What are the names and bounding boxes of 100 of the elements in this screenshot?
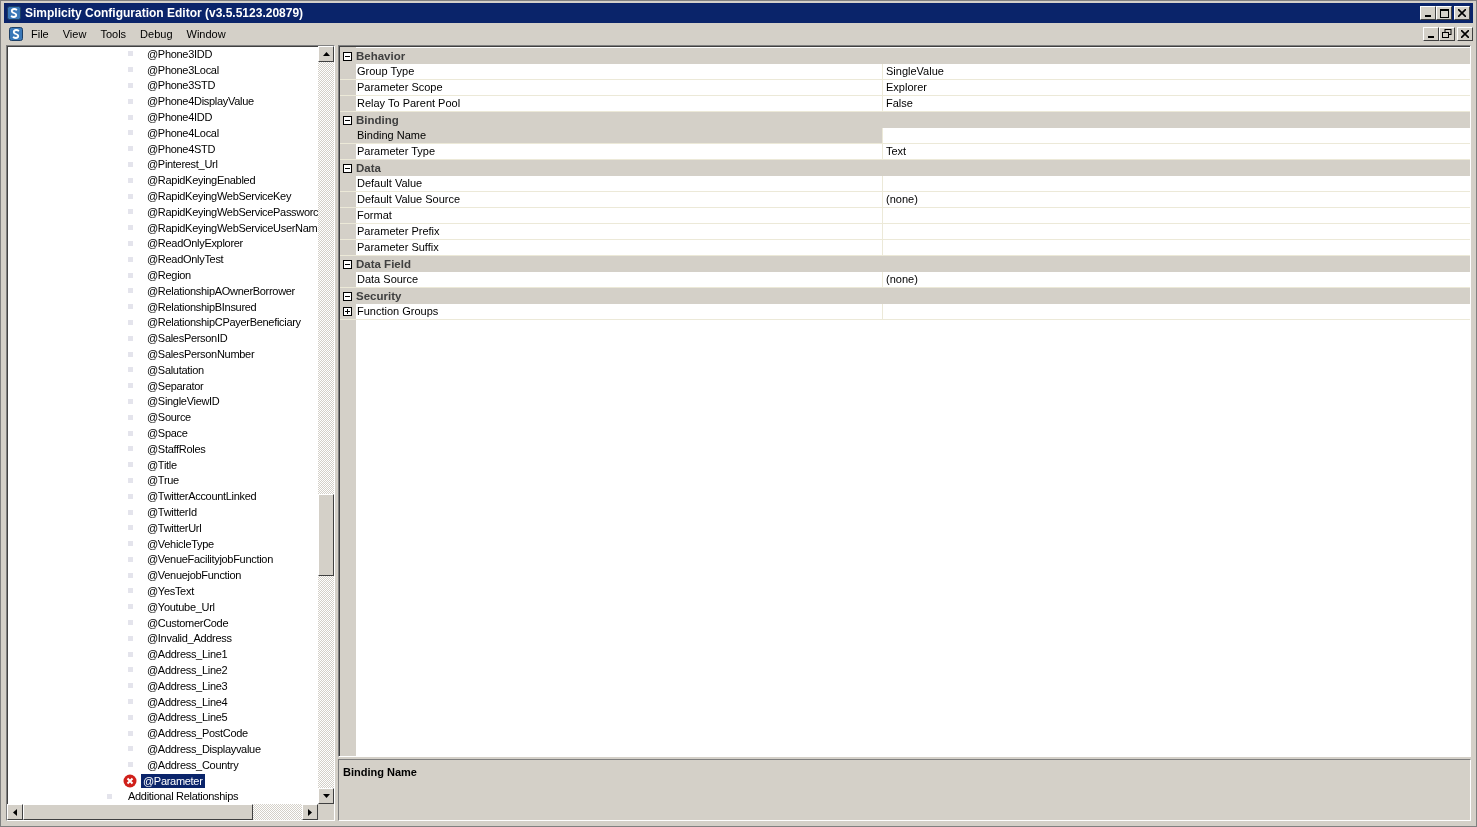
scroll-thumb[interactable] <box>318 494 334 576</box>
tree-item[interactable]: @RelationshipAOwnerBorrower <box>145 283 297 298</box>
tree-item[interactable]: @Phone4Local <box>145 125 221 140</box>
tree-item[interactable]: @VehicleType <box>145 536 216 551</box>
tree-item[interactable]: Additional Relationships <box>126 789 241 804</box>
tree-item[interactable]: @ReadOnlyExplorer <box>145 236 245 251</box>
property-name[interactable]: Function Groups <box>356 304 883 319</box>
tree-item[interactable]: @RapidKeyingEnabled <box>145 173 258 188</box>
collapse-icon[interactable] <box>343 259 352 269</box>
tree-item[interactable]: @TwitterId <box>145 505 199 519</box>
tree-item[interactable]: @Region <box>145 268 193 283</box>
tree-item[interactable]: @Address_Line3 <box>145 678 230 693</box>
tree-item[interactable]: @TwitterAccountLinked <box>145 489 259 504</box>
tree-item[interactable]: @Address_Displayvalue <box>145 741 263 756</box>
collapse-icon[interactable] <box>343 291 352 301</box>
tree-item[interactable]: @Source <box>145 410 193 425</box>
tree-item[interactable]: @Address_Line4 <box>145 694 230 709</box>
tree-item[interactable]: @RapidKeyingWebServiceKey <box>145 189 294 204</box>
menu-item[interactable]: Debug <box>134 27 179 40</box>
property-value[interactable]: (none) <box>886 193 918 205</box>
tree-item[interactable]: @YesText <box>145 584 196 598</box>
tree-item[interactable]: @VenueFacilityjobFunction <box>145 552 275 567</box>
vertical-scrollbar[interactable] <box>318 46 334 804</box>
tree-item[interactable]: @Address_Line2 <box>145 662 230 677</box>
menu-item[interactable]: Tools <box>94 27 133 40</box>
property-value[interactable]: (none) <box>886 273 918 285</box>
property-name[interactable]: Parameter Type <box>356 144 883 159</box>
tree-item[interactable]: @CustomerCode <box>145 615 231 630</box>
close-button[interactable] <box>1454 6 1470 20</box>
tree-item[interactable]: @RapidKeyingWebServicePassworc <box>145 204 318 219</box>
property-name[interactable]: Default Value <box>356 176 883 191</box>
menu-item[interactable]: Window <box>180 27 232 40</box>
minimize-button[interactable] <box>1423 26 1439 41</box>
menu-item[interactable]: View <box>56 27 93 40</box>
tree-item[interactable]: @SalesPersonNumber <box>145 347 257 362</box>
scroll-right-button[interactable] <box>302 804 318 820</box>
tree-item[interactable]: @Phone4IDD <box>145 110 215 125</box>
tree-item[interactable]: @Address_Country <box>145 757 241 772</box>
tree-item[interactable]: @Salutation <box>145 362 206 377</box>
property-name[interactable]: Format <box>356 208 883 223</box>
tree-item[interactable]: @StaffRoles <box>145 441 208 456</box>
tree-item[interactable]: @TwitterUrl <box>145 520 204 535</box>
scroll-up-button[interactable] <box>318 46 334 62</box>
scroll-left-button[interactable] <box>7 804 23 820</box>
property-name[interactable]: Group Type <box>356 64 883 79</box>
restore-button[interactable] <box>1439 26 1455 41</box>
document-logo-icon <box>9 26 23 41</box>
maximize-button[interactable] <box>1436 6 1452 20</box>
tree-item[interactable]: @Phone3IDD <box>145 46 215 61</box>
category-header[interactable]: Binding <box>356 114 399 126</box>
category-header[interactable]: Data Field <box>356 258 411 270</box>
tree-item[interactable]: @Separator <box>145 378 206 393</box>
category-header[interactable]: Behavior <box>356 50 406 62</box>
property-name[interactable]: Data Source <box>356 272 883 287</box>
tree-item[interactable]: @Title <box>145 457 179 472</box>
property-name[interactable]: Relay To Parent Pool <box>356 96 883 111</box>
category-header[interactable]: Security <box>356 290 402 302</box>
minimize-icon <box>1425 15 1431 17</box>
collapse-icon[interactable] <box>343 51 352 61</box>
tree-item[interactable]: @Invalid_Address <box>145 631 234 646</box>
tree-item[interactable]: @Phone3Local <box>145 62 221 77</box>
horizontal-scrollbar[interactable] <box>7 804 334 820</box>
tree-item[interactable]: @Pinterest_Url <box>145 157 220 172</box>
tree-item[interactable]: @RapidKeyingWebServiceUserNam <box>145 220 318 235</box>
category-header[interactable]: Data <box>356 162 381 174</box>
property-name[interactable]: Parameter Suffix <box>356 240 883 255</box>
property-value[interactable]: False <box>886 97 913 109</box>
tree-item[interactable]: @Address_Line5 <box>145 710 230 725</box>
tree-item[interactable]: @RelationshipCPayerBeneficiary <box>145 315 303 330</box>
tree-item[interactable]: @SalesPersonID <box>145 331 230 346</box>
tree-item[interactable]: @ReadOnlyTest <box>145 252 226 267</box>
property-name[interactable]: Default Value Source <box>356 192 883 207</box>
property-name[interactable]: Binding Name <box>356 128 883 143</box>
tree-item[interactable]: @VenuejobFunction <box>145 568 244 583</box>
tree-item[interactable]: @True <box>145 473 181 488</box>
tree-item[interactable]: @SingleViewID <box>145 394 222 409</box>
tree-item[interactable]: @Phone4STD <box>145 141 218 156</box>
menu-item[interactable]: File <box>25 27 55 40</box>
property-name[interactable]: Parameter Scope <box>356 80 883 95</box>
scroll-thumb[interactable] <box>23 804 253 820</box>
property-value[interactable]: Text <box>886 145 907 157</box>
close-button[interactable] <box>1457 26 1473 41</box>
tree-item[interactable]: @Phone4DisplayValue <box>145 94 256 109</box>
tree-item[interactable]: @RelationshipBInsured <box>145 299 259 314</box>
expand-icon[interactable] <box>343 307 352 316</box>
minimize-icon <box>1428 35 1434 38</box>
collapse-icon[interactable] <box>343 163 352 173</box>
minimize-button[interactable] <box>1420 6 1436 20</box>
tree-item[interactable]: @Youtube_Url <box>145 599 217 614</box>
right-arrow-icon <box>308 808 312 816</box>
collapse-icon[interactable] <box>343 115 352 125</box>
scroll-down-button[interactable] <box>318 788 334 804</box>
tree-item[interactable]: @Parameter <box>141 773 205 788</box>
property-name[interactable]: Parameter Prefix <box>356 224 883 239</box>
property-value[interactable]: Explorer <box>886 81 927 93</box>
property-value[interactable]: SingleValue <box>886 65 944 77</box>
tree-item[interactable]: @Address_PostCode <box>145 726 250 741</box>
tree-item[interactable]: @Space <box>145 426 190 440</box>
tree-item[interactable]: @Address_Line1 <box>145 647 230 662</box>
tree-item[interactable]: @Phone3STD <box>145 78 218 93</box>
